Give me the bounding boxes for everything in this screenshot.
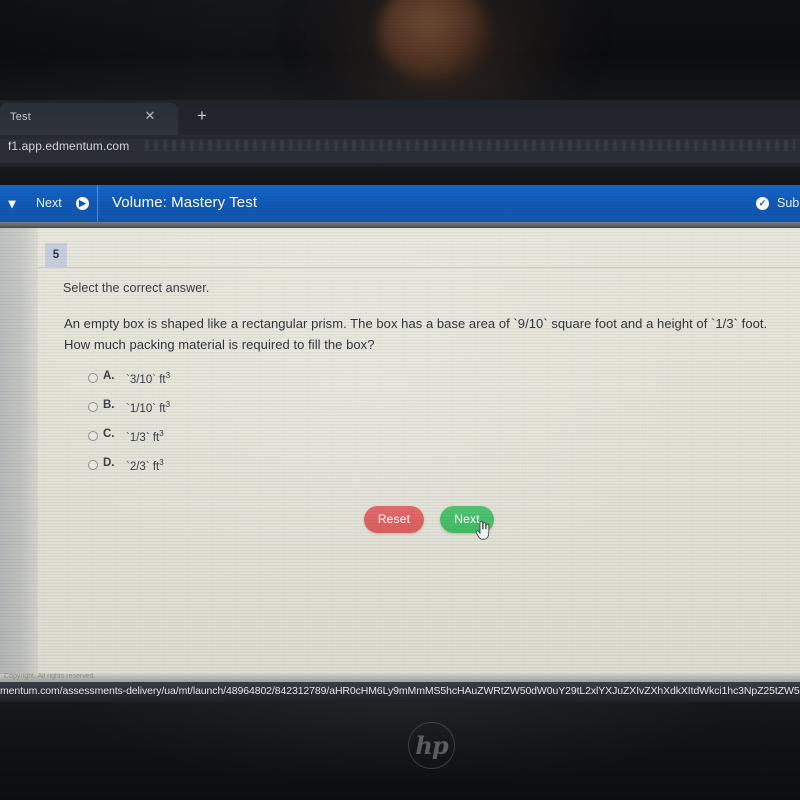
answer-option-value: `1/3` ft3	[126, 429, 164, 444]
page-left-gutter	[0, 228, 38, 674]
mouse-cursor-hand-icon	[475, 521, 490, 540]
copyright-note: Copyright. All rights reserved.	[4, 673, 96, 680]
radio-icon[interactable]	[88, 431, 98, 441]
answer-option-letter: D.	[103, 457, 115, 469]
answer-option-c[interactable]: C. `1/3` ft3	[88, 426, 488, 455]
radio-icon[interactable]	[88, 402, 98, 412]
page-footer-strip	[0, 674, 800, 682]
question-text: An empty box is shaped like a rectangula…	[64, 316, 768, 352]
answer-option-b[interactable]: B. `1/10` ft3	[88, 397, 488, 426]
close-icon[interactable]: ✕	[142, 108, 158, 124]
answer-option-a[interactable]: A. `3/10` ft3	[88, 368, 488, 397]
answer-option-letter: C.	[103, 428, 115, 440]
chevron-down-icon[interactable]: ▾	[2, 196, 22, 212]
header-divider	[97, 185, 98, 222]
header-submit-label[interactable]: Subm	[777, 196, 800, 210]
answer-option-letter: A.	[103, 370, 115, 382]
answer-option-value: `1/10` ft3	[126, 400, 171, 415]
header-next-label[interactable]: Next	[36, 196, 62, 210]
question-prompt: Select the correct answer.	[63, 281, 210, 295]
browser-tabstrip: Test ✕ +	[0, 100, 800, 135]
question-number-badge: 5	[45, 243, 67, 267]
reset-button[interactable]: Reset	[364, 506, 424, 533]
address-bar-value: f1.app.edmentum.com	[8, 139, 130, 153]
hp-logo-icon: hp	[408, 722, 455, 769]
laptop-bezel-sheen	[0, 702, 800, 800]
browser-tab-title: Test	[10, 111, 31, 123]
browser-chrome-edge	[0, 167, 800, 185]
answer-option-letter: B.	[103, 399, 115, 411]
answer-options-list: A. `3/10` ft3 B. `1/10` ft3 C. `1/3` ft3…	[88, 368, 488, 484]
app-header-bar: ▾ Next ▶ Volume: Mastery Test ✓ Subm	[0, 185, 800, 222]
answer-option-value: `2/3` ft3	[126, 458, 164, 473]
check-circle-icon[interactable]: ✓	[756, 197, 769, 210]
answer-option-value: `3/10` ft3	[126, 371, 171, 386]
question-divider	[38, 267, 800, 268]
address-bar-suggestion-blur	[145, 140, 795, 151]
laptop-screen-photo: Test ✕ + f1.app.edmentum.com ▾ Next ▶ Vo…	[0, 0, 800, 800]
browser-chrome: Test ✕ + f1.app.edmentum.com	[0, 100, 800, 185]
page-title: Volume: Mastery Test	[112, 194, 258, 211]
arrow-right-circle-icon[interactable]: ▶	[76, 197, 89, 210]
radio-icon[interactable]	[88, 373, 98, 383]
browser-status-url: mentum.com/assessments-delivery/ua/mt/la…	[0, 685, 800, 697]
radio-icon[interactable]	[88, 460, 98, 470]
answer-option-d[interactable]: D. `2/3` ft3	[88, 455, 488, 484]
plus-icon[interactable]: +	[193, 107, 211, 125]
bezel-sheen	[0, 0, 800, 100]
